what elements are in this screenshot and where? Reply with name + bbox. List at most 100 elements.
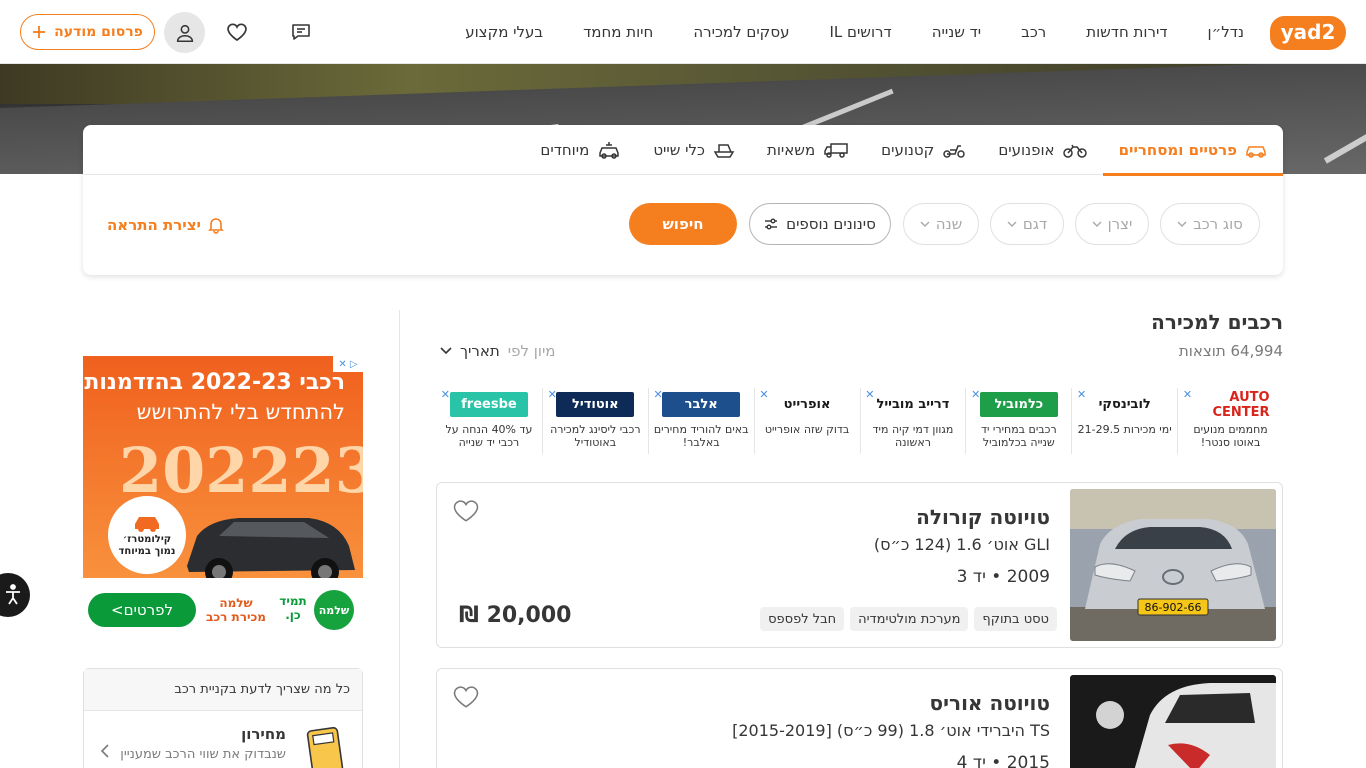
results-count: 64,994 תוצאות (1178, 342, 1283, 360)
sponsored-dealer-item[interactable]: ✕ אוטודיל רכבי ליסינג למכירה באוטודיל (541, 388, 648, 454)
create-alert-label: יצירת התראה (107, 216, 201, 234)
ad-brand-logo: שלמה (314, 590, 354, 630)
special-vehicle-icon (599, 142, 620, 159)
boat-icon (713, 144, 735, 158)
chevron-down-icon (1092, 221, 1102, 227)
guide-item-title[interactable]: מחירון (241, 725, 286, 743)
nav-item-pets[interactable]: חיות מחמד (583, 23, 653, 41)
guide-header: כל מה שצריך לדעת בקניית רכב (84, 669, 362, 711)
user-account-button[interactable] (164, 12, 205, 53)
ad-close-icon[interactable]: ✕ (865, 389, 874, 400)
ad-close-icon[interactable]: ✕ (970, 389, 980, 400)
sort-dropdown[interactable]: מיון לפי תאריך (440, 342, 556, 360)
chat-icon[interactable] (289, 20, 313, 44)
filter-label: יצרן (1107, 215, 1133, 233)
dealer-logo: כלמוביל (979, 392, 1058, 417)
create-alert-button[interactable]: יצירת התראה (107, 213, 225, 237)
listing-subtitle: GLI אוט׳ 1.6 (124 כ״ס) (873, 535, 1050, 554)
plus-icon (33, 26, 46, 38)
truck-icon (824, 143, 848, 158)
filter-label: שנה (935, 215, 963, 233)
sponsored-dealer-item[interactable]: ✕ כלמוביל רכבים במחירי יד שנייה בכלמוביל (965, 388, 1071, 454)
main-nav: נדל״ן דירות חדשות רכב יד שנייה דרושים IL… (465, 0, 1244, 64)
filter-vehicle-type[interactable]: סוג רכב (1160, 203, 1260, 245)
sponsored-dealer-item[interactable]: ✕ אופרייט בדוק שזה אופרייט (753, 388, 860, 454)
search-button[interactable]: חיפוש (629, 203, 737, 245)
dealer-logo: לובינסקי (1085, 392, 1164, 417)
accessibility-icon (6, 584, 20, 605)
tab-label: קטנועים (881, 141, 935, 159)
tab-private-commercial[interactable]: פרטיים ומסחריים (1102, 125, 1284, 176)
chevron-left-icon[interactable] (100, 743, 110, 759)
listing-photo[interactable]: 86-902-66 (1070, 489, 1276, 641)
tab-motorcycles[interactable]: אופנועים (982, 125, 1102, 175)
ad-close-icon[interactable]: ✕ (759, 389, 768, 400)
tab-scooters[interactable]: קטנועים (865, 125, 982, 175)
top-header: yad2 נדל״ן דירות חדשות רכב יד שנייה דרוש… (0, 0, 1366, 64)
dealer-logo: אוטודיל (556, 392, 635, 417)
nav-item-secondhand[interactable]: יד שנייה (932, 23, 981, 41)
tab-boats[interactable]: כלי שייט (637, 125, 751, 175)
side-banner-ad[interactable]: ▷ ✕ רכבי 2022-23 בהזדמנות להתחדש בלי להת… (83, 356, 363, 632)
favorite-heart-icon[interactable] (453, 499, 479, 523)
nav-item-jobs[interactable]: דרושים IL (829, 23, 891, 41)
logo-text: yad2 (1280, 20, 1336, 44)
favorite-heart-icon[interactable] (453, 685, 479, 709)
nav-item-businesses[interactable]: עסקים למכירה (693, 23, 789, 41)
ad-close-icon[interactable]: ✕ (653, 389, 663, 400)
user-icon (176, 24, 193, 42)
nav-item-vehicles[interactable]: רכב (1021, 23, 1046, 41)
yad2-logo[interactable]: yad2 (1270, 12, 1348, 52)
listing-photo[interactable] (1070, 675, 1276, 768)
tab-label: אופנועים (998, 141, 1055, 159)
sponsored-dealer-item[interactable]: ✕ אלבר באים להוריד מחירים באלבר! (647, 388, 754, 454)
nav-item-realestate[interactable]: נדל״ן (1208, 23, 1244, 41)
ad-car-image (187, 518, 355, 586)
ad-badge-text: קילומטרז׳ נמוך במיוחד (118, 534, 176, 557)
dealer-promo-text: בדוק שזה אופרייט (764, 423, 850, 436)
ad-close-icon[interactable]: ✕ (1076, 389, 1086, 400)
ad-close-icon[interactable]: ✕ (1182, 389, 1192, 400)
listing-tag: מערכת מולטימדיה (850, 607, 969, 631)
ad-brand-tagline: תמיד כן. (279, 594, 307, 622)
dealer-promo-text: מחממים מנועים באוטו סנטר! (1193, 423, 1268, 449)
sponsored-dealer-item[interactable]: ✕ freesbe עד 40% הנחה על רכבי יד שנייה (436, 388, 542, 454)
filter-year[interactable]: שנה (903, 203, 979, 245)
sort-value: תאריך (460, 342, 500, 360)
accessibility-button[interactable] (0, 573, 30, 617)
listing-tag: טסט בתוקף (974, 607, 1057, 631)
ad-close-icon[interactable]: ✕ (440, 389, 450, 400)
nav-item-new-apartments[interactable]: דירות חדשות (1086, 23, 1167, 41)
nav-item-professionals[interactable]: בעלי מקצוע (465, 23, 543, 41)
ad-close-icon[interactable]: ✕ (547, 389, 557, 400)
ad-brand-text: שלמה מכירת רכב (206, 596, 266, 624)
filter-manufacturer[interactable]: יצרן (1075, 203, 1149, 245)
motorcycle-icon (1062, 144, 1087, 158)
listing-title: טויוטה אוריס (929, 691, 1050, 715)
sponsored-dealer-item[interactable]: ✕ לובינסקי ימי מכירות 21-29.5 (1071, 388, 1177, 454)
dealer-logo: אלבר (662, 392, 741, 417)
favorites-heart-icon[interactable] (225, 20, 249, 44)
sponsored-dealer-item[interactable]: ✕ דרייב מובייל מגוון דמי קיה מיד ראשונה (859, 388, 966, 454)
scooter-icon (943, 145, 966, 158)
ad-cta-button[interactable]: לפרטים> (88, 593, 196, 627)
sponsored-dealer-item[interactable]: ✕ AUTO CENTER מחממים מנועים באוטו סנטר! (1177, 388, 1283, 454)
search-panel: פרטיים ומסחריים אופנועים קטנועים משאיות … (83, 125, 1284, 275)
tab-trucks[interactable]: משאיות (751, 125, 865, 175)
listing-title: טויוטה קורולה (916, 505, 1050, 529)
dealer-promo-text: עד 40% הנחה על רכבי יד שנייה (445, 423, 533, 449)
license-plate: 86-902-66 (1145, 601, 1202, 614)
tab-label: משאיות (766, 141, 816, 159)
dealer-logo: דרייב מובייל (873, 392, 952, 417)
dealer-logo: AUTO CENTER (1191, 390, 1270, 420)
tab-special[interactable]: מיוחדים (524, 125, 637, 175)
more-filters-button[interactable]: סינונים נוספים (749, 203, 891, 245)
listing-tag: חבל לפספס (760, 607, 845, 631)
filter-model[interactable]: דגם (990, 203, 1064, 245)
listing-tags: טסט בתוקף מערכת מולטימדיה חבל לפספס (760, 607, 1057, 631)
guide-item-description: שנבדוק את שווי הרכב שמעניין (120, 747, 286, 762)
listing-card[interactable]: טויוטה אוריס TS היברידי אוט׳ 1.8 (99 כ״ס… (436, 668, 1283, 768)
dealer-logo: freesbe (449, 392, 528, 417)
listing-card[interactable]: 86-902-66 טויוטה קורולה GLI אוט׳ 1.6 (12… (436, 482, 1283, 648)
post-ad-button[interactable]: פרסום מודעה (20, 14, 155, 50)
